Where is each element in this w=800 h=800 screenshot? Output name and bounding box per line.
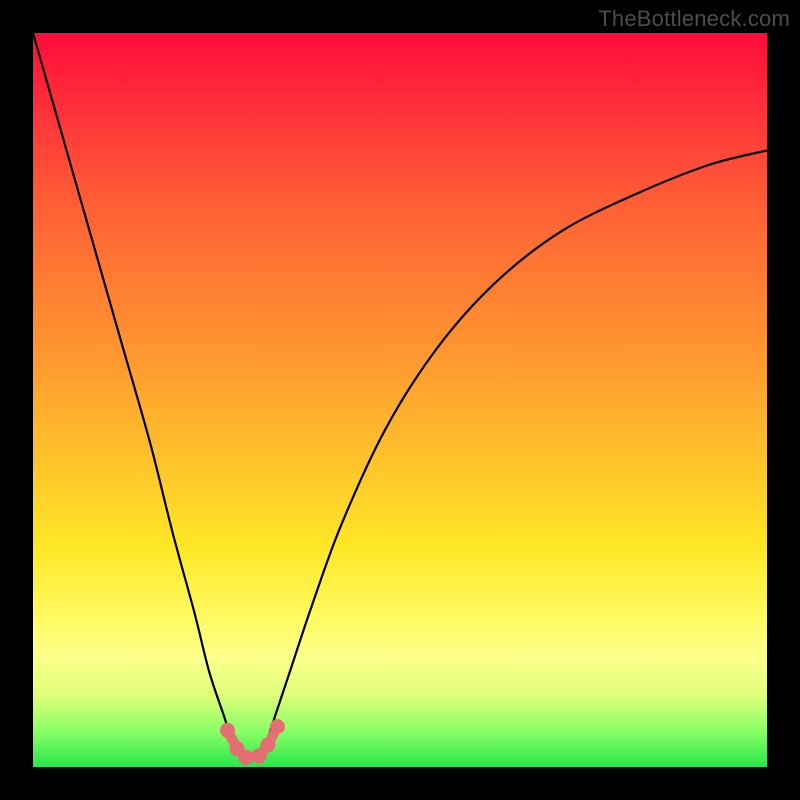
marker-dot <box>238 750 253 765</box>
marker-dot <box>220 723 235 738</box>
chart-frame: TheBottleneck.com <box>0 0 800 800</box>
plot-area <box>33 33 767 767</box>
marker-dot <box>270 719 285 734</box>
bottleneck-curve <box>33 33 767 761</box>
watermark-text: TheBottleneck.com <box>598 6 790 32</box>
chart-svg <box>33 33 767 767</box>
marker-dot <box>260 737 275 752</box>
